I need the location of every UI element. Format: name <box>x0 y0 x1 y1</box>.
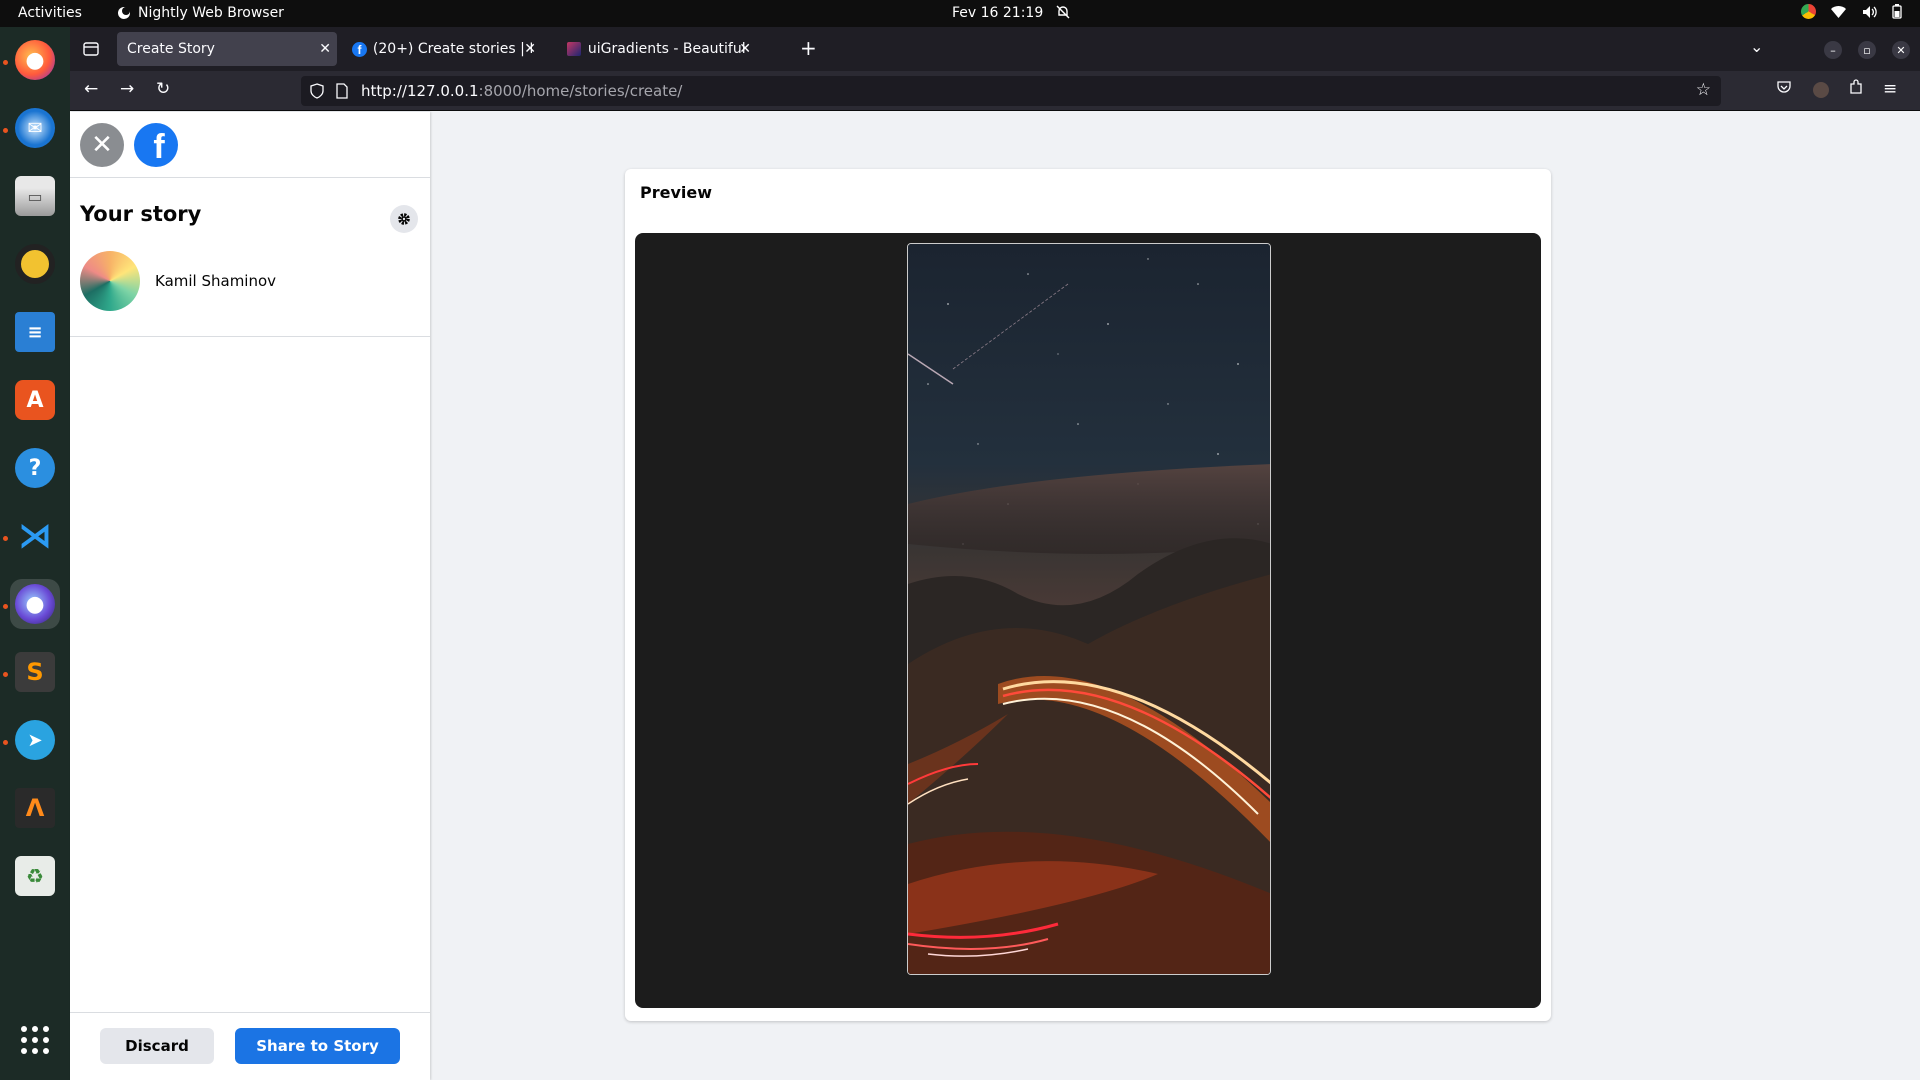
url-host: http://127.0.0.1 <box>361 82 479 100</box>
dock: ● ✉ ▭ ≡ A ? ⋊ ● S ➤ Λ ♻ <box>0 27 70 1080</box>
app-center-icon[interactable]: A <box>10 375 60 425</box>
notifications-muted-icon[interactable] <box>1055 4 1071 24</box>
files-icon[interactable]: ▭ <box>10 171 60 221</box>
tab-title: (20+) Create stories | Fac <box>372 41 532 57</box>
volume-icon[interactable] <box>1861 5 1878 19</box>
rhythmbox-icon[interactable] <box>10 239 60 289</box>
close-tab-icon[interactable]: ✕ <box>319 41 331 57</box>
system-tray[interactable] <box>1801 4 1902 19</box>
preview-label: Preview <box>640 183 713 202</box>
page-icon[interactable] <box>335 83 349 99</box>
minimize-icon[interactable]: – <box>1824 41 1842 59</box>
system-top-bar: Activities Nightly Web Browser Fev 16 21… <box>0 0 1920 27</box>
hamburger-menu-icon[interactable]: ≡ <box>1883 79 1897 99</box>
tab-overview-icon[interactable] <box>82 40 100 62</box>
browser-nav-bar: ← → ↻ http://127.0.0.1:8000/home/stories… <box>70 71 1920 111</box>
close-tab-icon[interactable]: ✕ <box>739 41 751 57</box>
url-text[interactable]: http://127.0.0.1:8000/home/stories/creat… <box>361 82 682 100</box>
bookmark-star-icon[interactable]: ☆ <box>1696 80 1711 100</box>
vscode-icon[interactable]: ⋊ <box>10 511 60 561</box>
story-image <box>907 243 1271 975</box>
forward-icon[interactable]: → <box>120 79 134 99</box>
preview-card: Preview <box>625 169 1551 1021</box>
tab-facebook-stories[interactable]: f (20+) Create stories | Fac ✕ <box>342 32 542 66</box>
facebook-favicon-icon: f <box>352 41 367 57</box>
preview-stage <box>635 233 1541 1008</box>
app-grid-icon[interactable] <box>10 1015 60 1065</box>
avatar[interactable] <box>80 251 140 311</box>
page-content: ✕ f Your story Kamil Shaminov Discard Sh… <box>70 112 1920 1080</box>
maximize-icon[interactable]: ▫ <box>1858 41 1876 59</box>
sidebar-title: Your story <box>80 202 202 226</box>
new-tab-icon[interactable]: + <box>800 36 817 60</box>
url-path: :8000/home/stories/create/ <box>478 82 683 100</box>
thunderbird-icon[interactable]: ✉ <box>10 103 60 153</box>
discard-button[interactable]: Discard <box>100 1028 214 1064</box>
telegram-icon[interactable]: ➤ <box>10 715 60 765</box>
tab-title: uiGradients - Beautiful co <box>587 41 747 57</box>
ardour-icon[interactable]: Λ <box>10 783 60 833</box>
close-tab-icon[interactable]: ✕ <box>524 41 536 57</box>
close-window-icon[interactable]: ✕ <box>1892 41 1910 59</box>
divider <box>70 336 430 337</box>
extensions-icon[interactable] <box>1848 79 1864 100</box>
user-name: Kamil Shaminov <box>155 272 277 290</box>
app-name: Nightly Web Browser <box>138 5 284 21</box>
activities-button[interactable]: Activities <box>18 5 82 21</box>
nightly-icon[interactable]: ● <box>10 579 60 629</box>
pocket-icon[interactable] <box>1776 79 1792 100</box>
shield-icon[interactable] <box>309 83 325 99</box>
firefox-icon[interactable]: ● <box>10 35 60 85</box>
app-menu[interactable]: Nightly Web Browser <box>117 5 284 21</box>
tab-title: Create Story <box>127 41 215 57</box>
help-icon[interactable]: ? <box>10 443 60 493</box>
gear-icon[interactable] <box>390 205 418 233</box>
tab-create-story[interactable]: Create Story ✕ <box>117 32 337 66</box>
running-indicator <box>3 604 8 609</box>
trash-icon[interactable]: ♻ <box>10 851 60 901</box>
browser-tab-bar: Create Story ✕ f (20+) Create stories | … <box>70 27 1920 71</box>
running-indicator <box>3 536 8 541</box>
tab-uigradients[interactable]: uiGradients - Beautiful co ✕ <box>557 32 757 66</box>
sidebar-footer: Discard Share to Story <box>70 1012 430 1080</box>
battery-icon[interactable] <box>1892 4 1902 19</box>
list-all-tabs-icon[interactable]: ⌄ <box>1750 37 1763 56</box>
running-indicator <box>3 128 8 133</box>
running-indicator <box>3 60 8 65</box>
account-icon[interactable] <box>1813 82 1829 98</box>
wifi-icon[interactable] <box>1830 5 1847 19</box>
url-bar[interactable]: http://127.0.0.1:8000/home/stories/creat… <box>301 76 1721 106</box>
story-sidebar: ✕ f Your story Kamil Shaminov Discard Sh… <box>70 112 430 1080</box>
writer-icon[interactable]: ≡ <box>10 307 60 357</box>
close-icon[interactable]: ✕ <box>80 123 124 167</box>
sidebar-header: ✕ f <box>70 112 430 178</box>
running-indicator <box>3 740 8 745</box>
share-to-story-button[interactable]: Share to Story <box>235 1028 400 1064</box>
clock[interactable]: Fev 16 21:19 <box>952 5 1043 21</box>
reload-icon[interactable]: ↻ <box>156 79 170 99</box>
nightly-small-icon <box>118 7 130 19</box>
back-icon[interactable]: ← <box>84 79 98 99</box>
running-indicator <box>3 672 8 677</box>
uigradients-favicon-icon <box>567 42 581 56</box>
facebook-logo-icon[interactable]: f <box>134 123 178 167</box>
chrome-indicator-icon[interactable] <box>1801 4 1816 19</box>
sublime-icon[interactable]: S <box>10 647 60 697</box>
